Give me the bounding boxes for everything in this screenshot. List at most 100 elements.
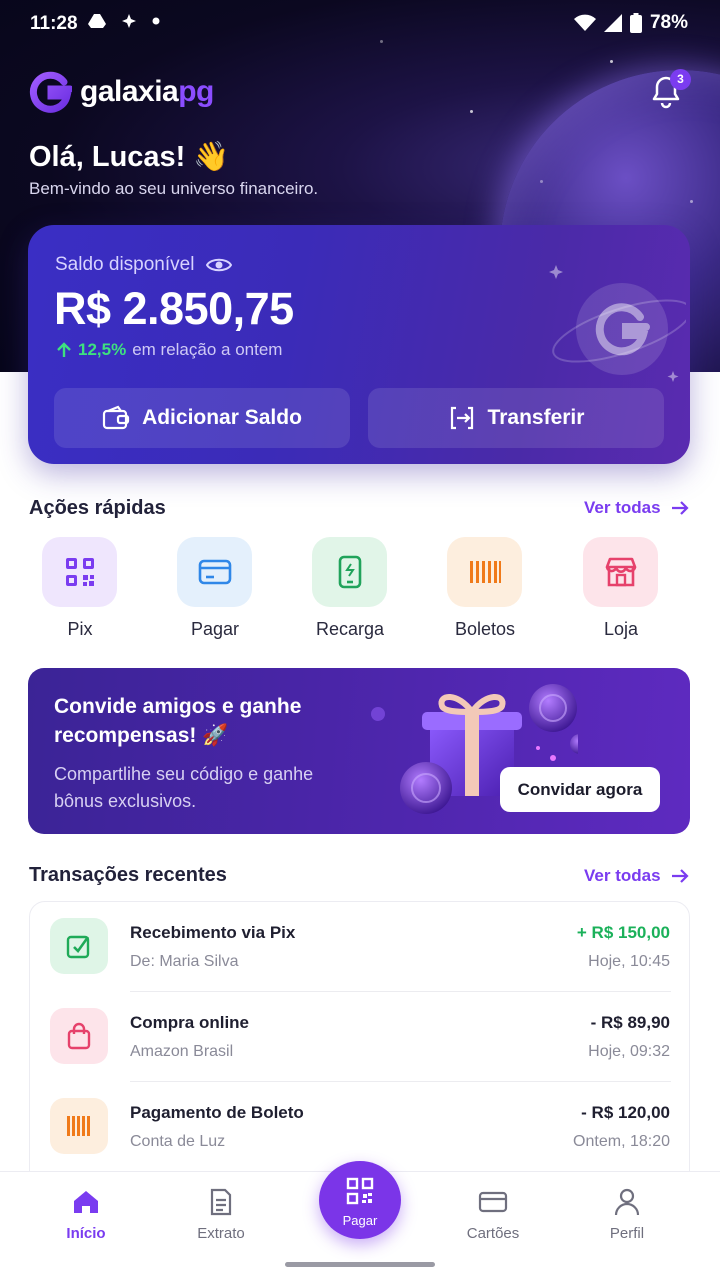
- balance-amount: R$ 2.850,75: [54, 283, 294, 334]
- invite-banner[interactable]: Convide amigos e ganhe recompensas! 🚀 Co…: [28, 668, 690, 834]
- planet-logo-decoration: [549, 265, 686, 382]
- balance-card: Saldo disponível R$ 2.850,75 12,5% em re…: [28, 225, 690, 464]
- invite-subtitle: Compartlihe seu código e ganhe bônus exc…: [54, 764, 314, 811]
- transaction-date: Ontem, 18:20: [573, 1133, 670, 1150]
- quick-action-pay[interactable]: Pagar: [177, 537, 253, 639]
- balance-label: Saldo disponível: [55, 254, 195, 275]
- quick-action-boletos[interactable]: Boletos: [447, 537, 523, 639]
- transaction-title: Recebimento via Pix: [130, 923, 296, 942]
- nav-label: Cartões: [466, 1225, 520, 1242]
- transaction-row[interactable]: Recebimento via Pix De: Maria Silva + R$…: [30, 902, 689, 992]
- home-indicator: [285, 1262, 435, 1267]
- quick-action-store-tile: [583, 537, 658, 607]
- quick-action-store[interactable]: Loja: [583, 537, 659, 639]
- nav-pay-button[interactable]: Pagar: [319, 1161, 401, 1239]
- quick-action-pay-tile: [177, 537, 252, 607]
- pix-qr-icon: [65, 558, 94, 586]
- nav-label: Pagar: [342, 1213, 378, 1228]
- battery-level: 78%: [649, 12, 688, 33]
- nav-item-statement[interactable]: Extrato: [171, 1186, 271, 1242]
- transactions-see-all[interactable]: Ver todas: [584, 866, 689, 886]
- balance-change-text: em relação a ontem: [132, 340, 283, 359]
- add-balance-label: Adicionar Saldo: [142, 406, 302, 429]
- status-notification-icons: [88, 13, 160, 29]
- transactions-list: Recebimento via Pix De: Maria Silva + R$…: [29, 901, 690, 1201]
- signal-icon: [603, 14, 622, 32]
- balance-change: 12,5% em relação a ontem: [56, 340, 282, 360]
- store-icon: [605, 557, 636, 587]
- transaction-title: Compra online: [130, 1013, 250, 1032]
- notification-badge: 3: [670, 69, 691, 90]
- quick-action-label: Boletos: [454, 619, 516, 639]
- cards-icon: [478, 1191, 508, 1213]
- quick-action-boletos-tile: [447, 537, 522, 607]
- battery-icon: [629, 13, 642, 33]
- barcode-icon: [50, 1098, 108, 1154]
- greeting-title: Olá, Lucas! 👋: [29, 141, 230, 173]
- transactions-title: Transações recentes: [29, 864, 227, 886]
- qr-icon: [346, 1177, 374, 1205]
- arrow-right-icon: [671, 869, 689, 883]
- star-decoration: [540, 180, 543, 183]
- transfer-icon: [450, 406, 473, 430]
- card-icon: [198, 559, 231, 585]
- barcode-icon: [469, 561, 501, 583]
- profile-icon: [614, 1188, 640, 1216]
- see-all-label: Ver todas: [584, 866, 661, 885]
- invite-now-button[interactable]: Convidar agora: [500, 767, 660, 812]
- galaxia-logo-icon: [29, 71, 72, 113]
- status-time: 11:28: [30, 13, 78, 34]
- transaction-subtitle: De: Maria Silva: [130, 953, 239, 970]
- shopping-bag-icon: [50, 1008, 108, 1064]
- quick-action-pix[interactable]: Pix: [42, 537, 118, 639]
- add-balance-button[interactable]: Adicionar Saldo: [54, 388, 350, 448]
- balance-change-value: 12,5%: [78, 340, 127, 359]
- app-logo: galaxiapg: [28, 70, 214, 114]
- transfer-label: Transferir: [487, 406, 585, 429]
- quick-action-recharge-tile: [312, 537, 387, 607]
- home-icon: [74, 1191, 98, 1213]
- transaction-amount: - R$ 120,00: [581, 1103, 670, 1122]
- star-decoration: [690, 200, 693, 203]
- quick-action-label: Recarga: [315, 619, 385, 639]
- eye-icon[interactable]: [206, 256, 233, 274]
- quick-actions-see-all[interactable]: Ver todas: [584, 498, 689, 518]
- transaction-title: Pagamento de Boleto: [130, 1103, 304, 1122]
- star-decoration: [610, 60, 613, 63]
- brand-accent: pg: [178, 75, 214, 108]
- nav-item-cards[interactable]: Cartões: [443, 1186, 543, 1242]
- quick-action-label: Loja: [603, 619, 639, 639]
- nav-item-home[interactable]: Início: [36, 1186, 136, 1242]
- nav-label: Extrato: [197, 1225, 245, 1242]
- nav-item-profile[interactable]: Perfil: [577, 1186, 677, 1242]
- sparkle-icon: [122, 14, 136, 28]
- wallet-icon: [102, 405, 130, 430]
- transaction-row[interactable]: Pagamento de Boleto Conta de Luz - R$ 12…: [30, 1082, 689, 1172]
- transaction-date: Hoje, 09:32: [588, 1043, 670, 1060]
- quick-action-label: Pix: [67, 619, 93, 639]
- star-decoration: [470, 110, 473, 113]
- wifi-icon: [573, 14, 596, 31]
- invite-title: Convide amigos e ganhe recompensas! 🚀: [54, 695, 302, 747]
- quick-action-recharge[interactable]: Recarga: [312, 537, 388, 639]
- statement-icon: [210, 1188, 232, 1216]
- transaction-amount: + R$ 150,00: [576, 923, 670, 942]
- greeting-subtitle: Bem-vindo ao seu universo financeiro.: [29, 179, 319, 198]
- pix-received-icon: [50, 918, 108, 974]
- arrow-right-icon: [671, 501, 689, 515]
- transaction-subtitle: Amazon Brasil: [130, 1043, 234, 1060]
- status-bar: 11:28 78%: [0, 0, 720, 48]
- see-all-label: Ver todas: [584, 498, 661, 517]
- transaction-amount: - R$ 89,90: [590, 1013, 670, 1032]
- status-system-icons: 78%: [573, 12, 688, 34]
- nav-label: Perfil: [609, 1225, 645, 1242]
- dot-icon: [152, 17, 160, 25]
- transaction-date: Hoje, 10:45: [588, 953, 670, 970]
- phone-icon: [338, 555, 361, 589]
- transaction-row[interactable]: Compra online Amazon Brasil - R$ 89,90 H…: [30, 992, 689, 1082]
- nav-label: Início: [66, 1225, 106, 1242]
- transfer-button[interactable]: Transferir: [368, 388, 664, 448]
- quick-action-pix-tile: [42, 537, 117, 607]
- quick-action-label: Pagar: [190, 619, 240, 639]
- brand-name: galaxia: [80, 75, 179, 108]
